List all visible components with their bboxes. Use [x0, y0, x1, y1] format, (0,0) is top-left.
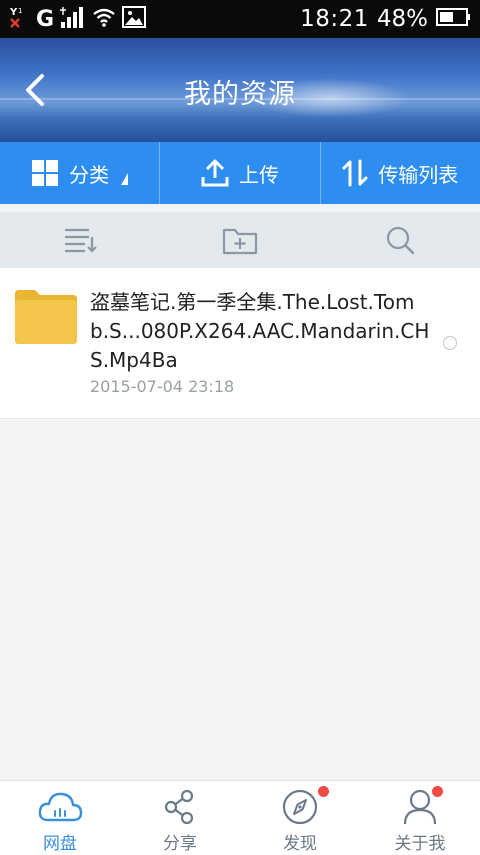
sort-list-icon: [65, 228, 97, 253]
status-bar-left: Y 1 G: [8, 5, 147, 33]
battery-percent: 48%: [376, 6, 428, 32]
svg-text:Y: Y: [9, 7, 18, 18]
file-date: 2015-07-04 23:18: [90, 377, 235, 396]
select-radio[interactable]: [443, 336, 457, 350]
search-icon: [386, 226, 415, 255]
upload-icon: [201, 159, 229, 187]
list-item[interactable]: 盗墓笔记.第一季全集.The.Lost.Tomb.S...080P.X264.A…: [0, 268, 480, 419]
nav-item-cloud-drive[interactable]: 网盘: [0, 781, 120, 855]
battery-icon: [436, 7, 472, 31]
search-button[interactable]: [320, 212, 480, 268]
sort-button[interactable]: [0, 212, 160, 268]
upload-button[interactable]: 上传: [159, 142, 319, 204]
file-toolbar: [0, 212, 480, 268]
nav-label: 网盘: [43, 834, 77, 854]
grid-icon: [32, 160, 59, 186]
dropdown-triangle-icon: [121, 173, 129, 185]
upload-label: 上传: [238, 162, 279, 187]
transfer-icon: [342, 159, 368, 187]
nav-label: 发现: [283, 834, 317, 854]
no-sim-icon: Y 1: [8, 5, 30, 33]
compass-icon: [282, 789, 318, 825]
nav-label: 关于我: [394, 834, 446, 854]
nav-item-share[interactable]: 分享: [120, 781, 240, 855]
wifi-icon: [92, 7, 116, 31]
image-notification-icon: [122, 6, 147, 32]
transfer-list-button[interactable]: 传输列表: [319, 142, 480, 204]
clock: 18:21: [300, 6, 369, 32]
file-name: 盗墓笔记.第一季全集.The.Lost.Tomb.S...080P.X264.A…: [90, 290, 430, 372]
nav-item-about-me[interactable]: 关于我: [360, 781, 480, 855]
about-me-badge: [432, 786, 443, 797]
transfer-list-label: 传输列表: [378, 162, 459, 187]
status-bar-right: 18:21 48%: [300, 4, 472, 34]
nav-item-discover[interactable]: 发现: [240, 781, 360, 855]
category-button[interactable]: 分类: [0, 142, 159, 204]
signal-icon: [60, 6, 86, 32]
file-list: 盗墓笔记.第一季全集.The.Lost.Tomb.S...080P.X264.A…: [0, 268, 480, 419]
svg-text:1: 1: [18, 7, 22, 15]
cloud-icon: [38, 792, 83, 822]
page-title: 我的资源: [184, 79, 296, 110]
status-bar: Y 1 G 18:21 48%: [0, 0, 480, 38]
new-folder-icon: [222, 228, 258, 255]
nav-label: 分享: [163, 834, 197, 854]
network-type: G: [36, 6, 55, 32]
new-folder-button[interactable]: [160, 212, 320, 268]
discover-badge: [318, 786, 329, 797]
folder-icon: [15, 290, 77, 344]
bottom-nav: 网盘 分享 发现 关于我: [0, 780, 480, 855]
share-icon: [164, 789, 194, 825]
header: 我的资源: [0, 38, 480, 142]
action-bar: 分类 上传 传输列表: [0, 142, 480, 204]
category-label: 分类: [69, 162, 110, 187]
